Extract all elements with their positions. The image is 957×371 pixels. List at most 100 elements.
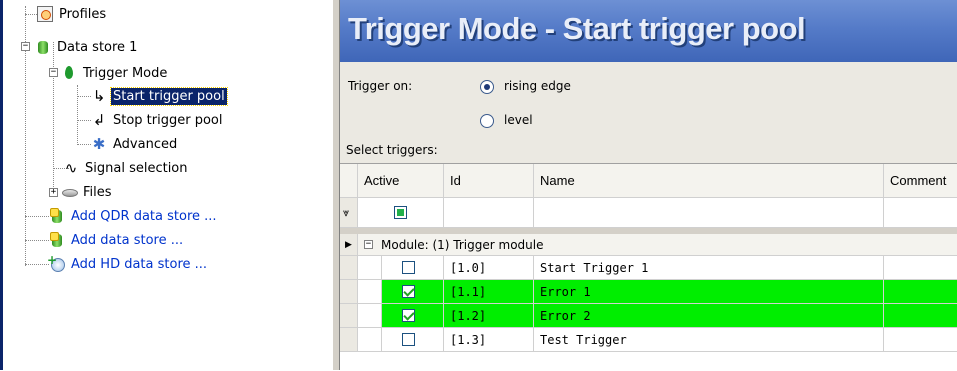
tree-item-trigger-mode[interactable]: Trigger Mode xyxy=(61,63,169,83)
tree-item-files[interactable]: Files xyxy=(61,182,114,202)
id-cell: [1.0] xyxy=(444,256,534,280)
comment-filter-cell[interactable] xyxy=(884,198,957,228)
tree-item-label: Files xyxy=(83,184,112,200)
page-title: Trigger Mode - Start trigger pool xyxy=(348,11,806,46)
active-cell[interactable] xyxy=(382,256,444,280)
active-filter-checkbox[interactable] xyxy=(394,206,407,219)
tree-connector-line xyxy=(77,96,91,97)
current-row-indicator-icon: ▶ xyxy=(340,234,358,256)
add-hd-datastore-icon xyxy=(47,253,65,272)
active-filter-cell[interactable] xyxy=(358,198,444,228)
tree-connector-line xyxy=(25,216,49,217)
filter-row: ⩔ xyxy=(340,198,957,228)
row-selector-header xyxy=(340,164,358,198)
tree-item-label: Start trigger pool xyxy=(110,86,228,106)
tree-connector-line xyxy=(25,240,49,241)
navigation-tree: − − + Profiles Data store 1 Trigger Mode… xyxy=(0,0,332,370)
tree-item-label: Profiles xyxy=(59,6,107,22)
row-indent-cell xyxy=(358,328,382,352)
datastore-collapse-toggle[interactable]: − xyxy=(21,42,30,51)
grid-header-row: Active Id Name Comment xyxy=(340,164,957,198)
row-selector[interactable] xyxy=(340,304,358,328)
tree-item-label: Signal selection xyxy=(85,160,188,176)
add-qdr-datastore-icon xyxy=(49,208,65,224)
table-row[interactable]: [1.3] Test Trigger xyxy=(340,328,957,352)
tree-item-start-trigger-pool[interactable]: ↳ Start trigger pool xyxy=(91,86,228,106)
row-selector[interactable] xyxy=(340,256,358,280)
add-datastore-icon xyxy=(49,232,65,248)
row-selector[interactable] xyxy=(340,280,358,304)
tree-item-label: Stop trigger pool xyxy=(113,112,223,128)
active-cell[interactable] xyxy=(382,280,444,304)
triggers-grid: Active Id Name Comment ⩔ ▶ − Module: (1)… xyxy=(340,163,957,371)
tree-item-add-data-store[interactable]: Add data store ... xyxy=(49,230,185,250)
active-checkbox[interactable] xyxy=(402,261,415,274)
id-cell: [1.1] xyxy=(444,280,534,304)
column-header-comment[interactable]: Comment xyxy=(884,164,957,198)
level-label[interactable]: level xyxy=(504,113,533,127)
id-filter-cell[interactable] xyxy=(444,198,534,228)
tree-connector-line xyxy=(53,42,54,195)
filter-icon[interactable]: ⩔ xyxy=(340,198,358,228)
tree-item-profiles[interactable]: Profiles xyxy=(37,4,108,24)
tree-connector-line xyxy=(77,144,91,145)
row-indent-cell xyxy=(358,256,382,280)
comment-cell[interactable] xyxy=(884,304,957,328)
datastore-icon xyxy=(35,39,51,55)
group-collapse-toggle[interactable]: − xyxy=(364,240,373,249)
tree-item-signal-selection[interactable]: ∿ Signal selection xyxy=(63,158,190,178)
name-cell: Error 2 xyxy=(534,304,884,328)
trigger-mode-collapse-toggle[interactable]: − xyxy=(49,68,58,77)
name-cell: Error 1 xyxy=(534,280,884,304)
trigger-mode-icon xyxy=(61,65,77,81)
table-row[interactable]: [1.0] Start Trigger 1 xyxy=(340,256,957,280)
name-cell: Test Trigger xyxy=(534,328,884,352)
tree-item-add-hd-data-store[interactable]: Add HD data store ... xyxy=(47,253,209,274)
active-cell[interactable] xyxy=(382,304,444,328)
group-row[interactable]: ▶ − Module: (1) Trigger module xyxy=(340,234,957,256)
row-selector[interactable] xyxy=(340,328,358,352)
profiles-icon xyxy=(37,6,53,22)
table-row[interactable]: [1.2] Error 2 xyxy=(340,304,957,328)
tree-item-add-qdr-data-store[interactable]: Add QDR data store ... xyxy=(49,206,219,226)
row-indent-cell xyxy=(358,304,382,328)
files-expand-toggle[interactable]: + xyxy=(49,188,58,197)
active-checkbox[interactable] xyxy=(402,309,415,322)
signal-wave-icon: ∿ xyxy=(64,159,78,177)
tree-connector-line xyxy=(77,85,78,143)
tree-item-advanced[interactable]: ✱ Advanced xyxy=(91,134,179,154)
rising-edge-radio[interactable] xyxy=(480,80,494,94)
comment-cell[interactable] xyxy=(884,280,957,304)
panel-header-banner: Trigger Mode - Start trigger pool xyxy=(340,0,957,62)
table-row[interactable]: [1.1] Error 1 xyxy=(340,280,957,304)
tree-item-label: Data store 1 xyxy=(57,39,138,55)
trigger-on-label: Trigger on: xyxy=(348,79,413,93)
id-cell: [1.3] xyxy=(444,328,534,352)
column-header-name[interactable]: Name xyxy=(534,164,884,198)
row-indent-cell xyxy=(358,280,382,304)
column-header-active[interactable]: Active xyxy=(358,164,444,198)
start-arrow-icon: ↳ xyxy=(92,87,106,105)
level-radio[interactable] xyxy=(480,114,494,128)
tree-item-stop-trigger-pool[interactable]: ↲ Stop trigger pool xyxy=(91,110,225,130)
column-header-id[interactable]: Id xyxy=(444,164,534,198)
comment-cell[interactable] xyxy=(884,256,957,280)
name-filter-cell[interactable] xyxy=(534,198,884,228)
disk-icon xyxy=(61,184,78,200)
active-cell[interactable] xyxy=(382,328,444,352)
trigger-mode-panel: Trigger Mode - Start trigger pool Trigge… xyxy=(340,0,957,371)
rising-edge-label[interactable]: rising edge xyxy=(504,79,571,93)
active-checkbox[interactable] xyxy=(402,333,415,346)
tree-item-data-store-1[interactable]: Data store 1 xyxy=(35,37,139,57)
tree-item-label: Add data store ... xyxy=(71,232,184,248)
group-header-cell[interactable]: − Module: (1) Trigger module xyxy=(358,234,957,256)
tree-item-label: Add QDR data store ... xyxy=(71,208,217,224)
tree-item-label: Add HD data store ... xyxy=(71,256,208,272)
tree-connector-line xyxy=(25,264,49,265)
comment-cell[interactable] xyxy=(884,328,957,352)
select-triggers-label: Select triggers: xyxy=(346,143,438,157)
tree-connector-line xyxy=(77,120,91,121)
active-checkbox[interactable] xyxy=(402,285,415,298)
tree-connector-line xyxy=(25,14,37,15)
pane-splitter[interactable] xyxy=(332,0,340,370)
